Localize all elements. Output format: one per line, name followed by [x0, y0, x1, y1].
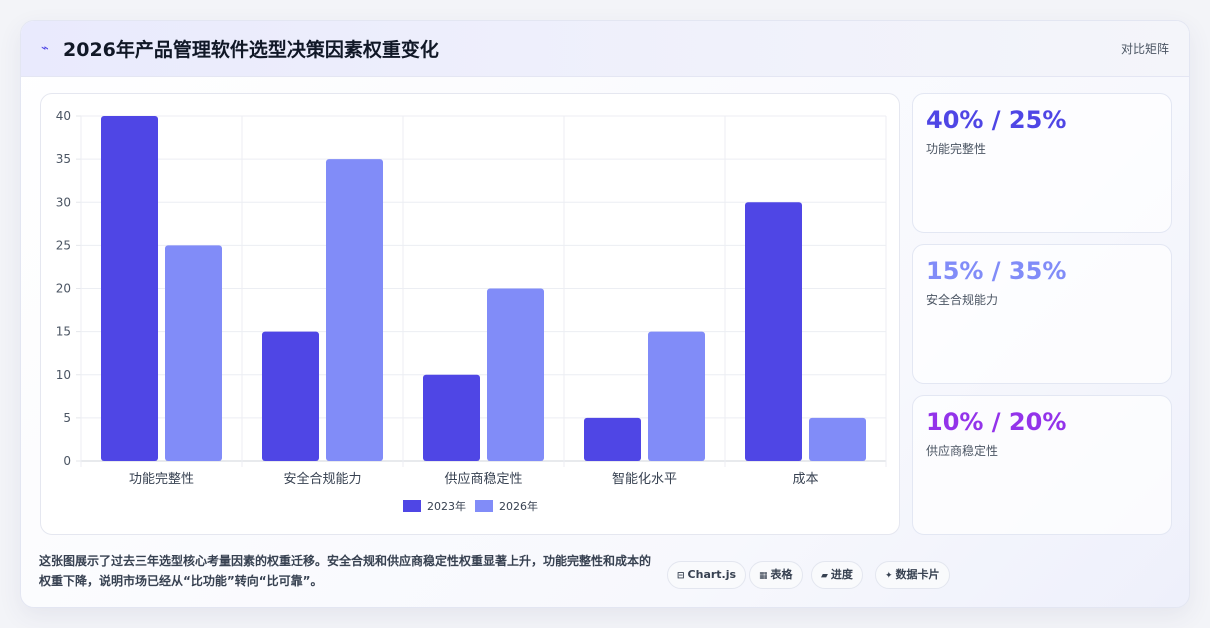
sparkle-icon: ✦ [885, 571, 893, 581]
bar-2026 [165, 245, 222, 461]
y-tick-label: 5 [63, 411, 71, 425]
bar-2026 [809, 417, 866, 461]
pill-label: Chart.js [687, 568, 737, 581]
bar-2026 [326, 159, 383, 461]
x-tick-label: 安全合规能力 [283, 471, 361, 487]
progress-icon: ▰ [821, 571, 828, 581]
y-tick-label: 0 [63, 454, 71, 468]
bar-chart: 0 5 10 15 20 25 30 35 40 功能完整性 安全合规能力 供应商稳定性 智能化水平 成本… [56, 109, 887, 513]
y-tick-label: 10 [56, 368, 71, 382]
pill-label: 数据卡片 [895, 568, 940, 581]
chart-icon: ⊟ [677, 571, 685, 581]
progress-pill[interactable]: ▰ 进度 [811, 561, 863, 589]
stat-card-functionality: 40% / 25% 功能完整性 [912, 93, 1172, 233]
stat-label: 供应商稳定性 [926, 444, 999, 458]
dashboard-card: ⌁ 2026年产品管理软件选型决策因素权重变化 对比矩阵 0 5 10 15 20 25 3… [20, 20, 1190, 608]
stat-card-vendor-stability: 10% / 20% 供应商稳定性 [912, 395, 1172, 535]
bar-2023 [262, 331, 319, 461]
y-tick-label: 40 [56, 109, 71, 123]
y-tick-label: 15 [56, 325, 71, 339]
legend-label: 2026年 [499, 499, 538, 513]
stat-value: 10% / 20% [926, 408, 1067, 436]
comparison-matrix-link[interactable]: 对比矩阵 [1121, 40, 1169, 57]
y-tick-label: 20 [56, 282, 71, 296]
bar-2023 [423, 374, 480, 461]
stat-label: 安全合规能力 [926, 293, 999, 307]
bar-2023 [745, 202, 802, 461]
bar-2023 [101, 116, 158, 461]
y-tick-label: 35 [56, 152, 71, 166]
data-card-pill[interactable]: ✦ 数据卡片 [875, 561, 950, 589]
bar-2023 [584, 417, 641, 461]
stat-label: 功能完整性 [926, 142, 987, 156]
legend-swatch [403, 500, 421, 512]
y-tick-label: 30 [56, 195, 71, 209]
chart-description: 这张图展示了过去三年选型核心考量因素的权重迁移。安全合规和供应商稳定性权重显著上… [39, 554, 652, 588]
stat-value: 40% / 25% [926, 106, 1067, 134]
pill-label: 表格 [770, 568, 793, 581]
x-tick-label: 成本 [792, 472, 818, 487]
bar-2026 [648, 331, 705, 461]
pill-label: 进度 [830, 568, 853, 581]
card-header: ⌁ 2026年产品管理软件选型决策因素权重变化 对比矩阵 [21, 21, 1189, 77]
bar-2026 [487, 288, 544, 461]
legend-swatch [475, 500, 493, 512]
bar-chart-panel: 0 5 10 15 20 25 30 35 40 功能完整性 安全合规能力 供应商稳定性 智能化水平 成本… [40, 93, 900, 535]
stat-card-security: 15% / 35% 安全合规能力 [912, 244, 1172, 384]
legend-label: 2023年 [427, 499, 466, 513]
x-tick-label: 供应商稳定性 [444, 471, 522, 487]
x-tick-label: 智能化水平 [612, 472, 677, 487]
chartjs-pill[interactable]: ⊟ Chart.js [667, 561, 747, 589]
y-tick-label: 25 [56, 238, 71, 252]
trend-line-icon: ⌁ [41, 41, 49, 56]
x-tick-label: 功能完整性 [129, 472, 194, 487]
table-pill[interactable]: ▦ 表格 [749, 561, 803, 589]
table-icon: ▦ [759, 571, 768, 581]
page-title: 2026年产品管理软件选型决策因素权重变化 [63, 39, 439, 61]
stat-value: 15% / 35% [926, 257, 1067, 285]
